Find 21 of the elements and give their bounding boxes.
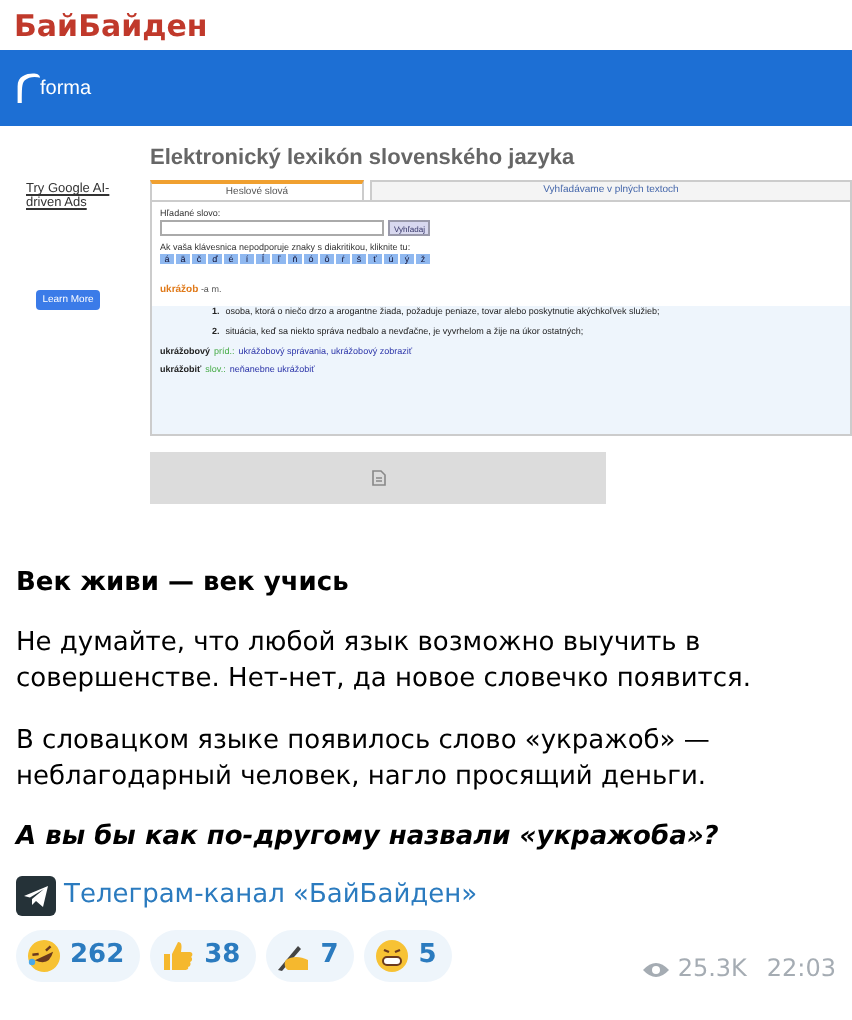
reaction-button[interactable]: 5 xyxy=(364,929,453,982)
paper-plane-icon xyxy=(16,876,56,917)
laughing-face-icon xyxy=(26,937,62,974)
post-paragraph: Не думайте, что любой язык возможно выучить в совершенстве. Нет-нет, да новое словечко появится. xyxy=(16,626,753,699)
reaction-button[interactable]: 7 xyxy=(266,929,355,982)
eye-icon xyxy=(641,959,670,980)
reaction-button[interactable]: 262 xyxy=(16,929,141,982)
view-count: 25.3K xyxy=(677,952,747,986)
document-icon xyxy=(371,470,385,486)
post-paragraph: В словацком языке появилось слово «укражоб» — неблагодарный человек, нагло просящий деньги. xyxy=(16,723,712,796)
post-time: 22:03 xyxy=(766,952,836,986)
post-question: А вы бы как по-другому назвали «укражоба»? xyxy=(16,819,721,856)
grinning-face-icon xyxy=(374,937,411,974)
reaction-button[interactable]: 38 xyxy=(150,929,257,982)
thumbs-up-icon xyxy=(160,937,197,974)
post-heading: Век живи — век учись xyxy=(16,566,351,602)
site-title: Elektronický lexikón slovenského jazyka xyxy=(150,144,577,174)
channel-title[interactable]: БайБайден xyxy=(0,0,852,50)
site-logo: forma xyxy=(40,77,92,99)
search-field[interactable] xyxy=(160,220,384,236)
channel-link[interactable]: Телеграм-канал «БайБайден» xyxy=(64,878,478,915)
